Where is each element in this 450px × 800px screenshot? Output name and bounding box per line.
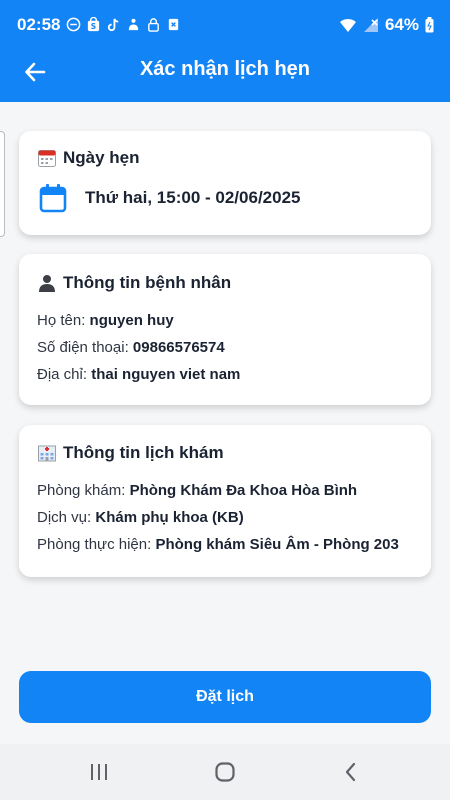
no-signal-icon: [363, 18, 378, 32]
side-drawer-handle[interactable]: [0, 131, 5, 237]
appointment-date-text: Thứ hai, 15:00 - 02/06/2025: [85, 188, 301, 207]
exam-room-row: Phòng thực hiện: Phòng khám Siêu Âm - Ph…: [37, 536, 399, 553]
battery-icon: [425, 17, 434, 33]
appointment-card-title-text: Ngày hẹn: [63, 148, 140, 167]
patient-name-value: nguyen huy: [89, 312, 174, 329]
app-bar: Xác nhận lịch hẹn: [0, 50, 450, 102]
lock-icon: [148, 18, 159, 32]
status-time: 02:58: [17, 15, 61, 34]
patient-phone-label: Số điện thoại:: [37, 339, 129, 356]
patient-address-label: Địa chỉ:: [37, 366, 88, 383]
back-icon[interactable]: [339, 760, 363, 784]
file-icon: [168, 18, 179, 31]
header: 02:58 S 64% Xác nhận lịch hẹn: [0, 0, 450, 102]
battery-percent: 64%: [384, 15, 419, 34]
book-appointment-button[interactable]: Đặt lịch: [19, 671, 431, 723]
svg-text:S: S: [91, 22, 96, 31]
exam-room-label: Phòng thực hiện:: [37, 536, 152, 553]
patient-name-label: Họ tên:: [37, 312, 86, 329]
tiktok-icon: [107, 18, 119, 32]
exam-card-title: Thông tin lịch khám: [37, 443, 224, 463]
service-label: Dịch vụ:: [37, 509, 92, 526]
system-nav-bar: [0, 744, 450, 800]
patient-info-card: Thông tin bệnh nhân Họ tên: nguyen huy S…: [19, 254, 431, 405]
service-row: Dịch vụ: Khám phụ khoa (KB): [37, 509, 244, 526]
exam-info-card: Thông tin lịch khám Phòng khám: Phòng Kh…: [19, 425, 431, 577]
appointment-card-title: Ngày hẹn: [37, 148, 140, 168]
patient-card-title-text: Thông tin bệnh nhân: [63, 273, 232, 292]
home-icon[interactable]: [213, 760, 237, 784]
exam-room-value: Phòng khám Siêu Âm - Phòng 203: [155, 536, 399, 553]
patient-card-title: Thông tin bệnh nhân: [37, 273, 231, 293]
status-right: 64%: [339, 15, 434, 35]
patient-phone-value: 09866576574: [132, 339, 225, 356]
guide-icon: [128, 18, 139, 31]
patient-phone-row: Số điện thoại: 09866576574: [37, 339, 225, 356]
person-emoji-icon: [39, 275, 55, 292]
clinic-row: Phòng khám: Phòng Khám Đa Khoa Hòa Bình: [37, 482, 357, 499]
clinic-value: Phòng Khám Đa Khoa Hòa Bình: [129, 482, 358, 499]
calendar-icon: [39, 184, 67, 213]
status-bar: 02:58 S 64%: [0, 0, 450, 50]
patient-name-row: Họ tên: nguyen huy: [37, 312, 174, 329]
service-value: Khám phụ khoa (KB): [95, 509, 244, 526]
appointment-date-card: Ngày hẹn Thứ hai, 15:00 - 02/06/2025: [19, 131, 431, 235]
calendar-emoji-icon: [38, 150, 56, 167]
hospital-emoji-icon: [38, 445, 56, 462]
minus-circle-icon: [66, 17, 81, 32]
recent-apps-icon[interactable]: [87, 760, 111, 784]
exam-card-title-text: Thông tin lịch khám: [63, 443, 224, 462]
patient-address-value: thai nguyen viet nam: [91, 366, 241, 383]
shopee-icon: S: [87, 17, 100, 31]
status-notification-icons: S: [66, 17, 181, 32]
clinic-label: Phòng khám:: [37, 482, 126, 499]
appointment-date-row: Thứ hai, 15:00 - 02/06/2025: [39, 183, 300, 213]
wifi-icon: [339, 18, 356, 32]
page-title: Xác nhận lịch hẹn: [139, 58, 311, 80]
patient-address-row: Địa chỉ: thai nguyen viet nam: [37, 366, 240, 383]
